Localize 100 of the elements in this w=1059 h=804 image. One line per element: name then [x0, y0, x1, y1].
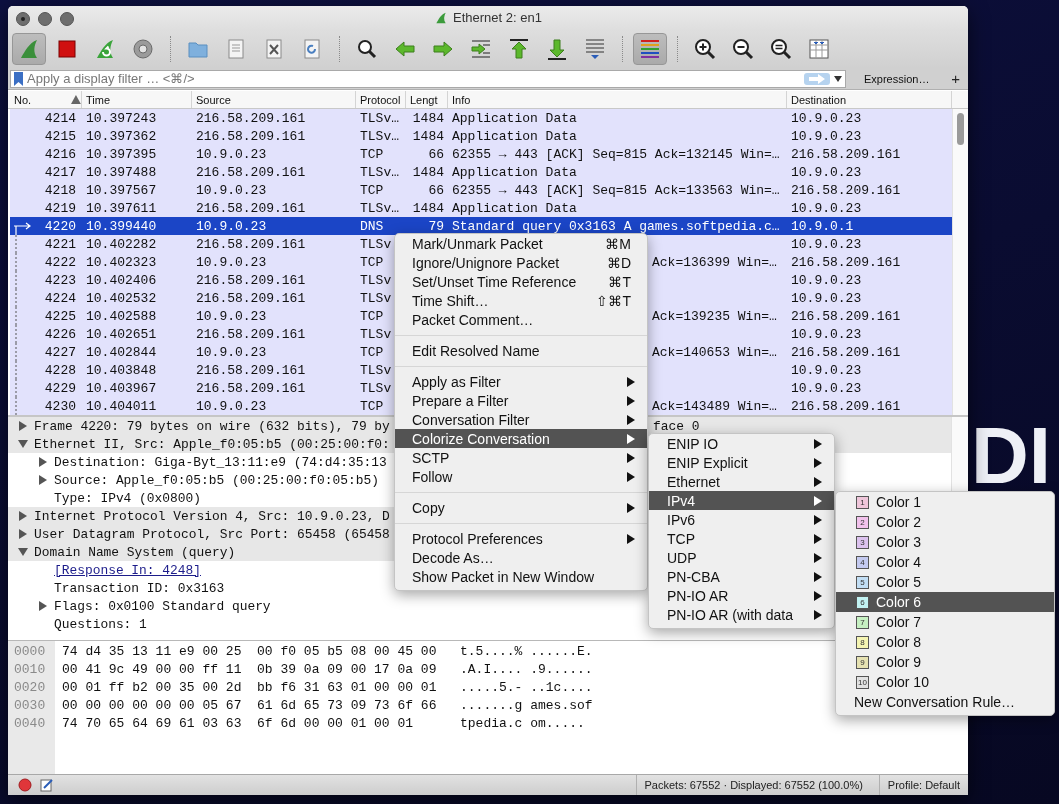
packet-count: Packets: 67552 · Displayed: 67552 (100.0%) — [635, 775, 871, 795]
hex-ascii: tpedia.c om..... — [460, 716, 585, 732]
packet-source: 216.58.209.161 — [196, 200, 306, 216]
color-swatch: 6 — [856, 595, 869, 609]
hex-ascii: .......g ames.sof — [460, 698, 593, 714]
hex-offset: 0030 — [14, 697, 47, 715]
packet-destination: 216.58.209.161 — [791, 398, 901, 414]
color-swatch: 2 — [856, 515, 869, 529]
packet-destination: 10.9.0.23 — [791, 380, 862, 396]
color-swatch: 1 — [856, 495, 869, 509]
color-swatch: 5 — [856, 575, 869, 589]
packet-destination: 10.9.0.23 — [791, 290, 862, 306]
packet-source: 10.9.0.23 — [196, 254, 267, 270]
packet-time: 10.402323 — [86, 254, 157, 270]
packet-source: 10.9.0.23 — [196, 344, 267, 360]
tree-label: face 0 — [653, 418, 700, 434]
packet-protocol: TLSv… — [360, 164, 399, 180]
packet-destination: 10.9.0.23 — [791, 362, 862, 378]
packet-protocol: TCP — [360, 344, 384, 360]
packet-time: 10.397611 — [86, 200, 157, 216]
color-swatch: 8 — [856, 635, 869, 649]
packet-source: 216.58.209.161 — [196, 236, 306, 252]
tree-label: Domain Name System (query) — [34, 544, 236, 560]
packet-destination: 216.58.209.161 — [791, 146, 901, 162]
shortcut-label: ⇧⌘T — [596, 292, 631, 309]
packet-time: 10.397567 — [86, 182, 157, 198]
packet-destination: 216.58.209.161 — [791, 182, 901, 198]
packet-time: 10.403967 — [86, 380, 157, 396]
packet-destination: 10.9.0.1 — [791, 218, 854, 234]
packet-info: Application Data — [452, 200, 577, 216]
packet-destination: 216.58.209.161 — [791, 344, 901, 360]
packet-number: 4223 — [44, 272, 76, 288]
packet-time: 10.397243 — [86, 110, 157, 126]
packet-length: 79 — [428, 218, 444, 234]
packet-time: 10.404011 — [86, 398, 157, 414]
packet-number: 4229 — [44, 380, 76, 396]
wallpaper-text: DI — [971, 416, 1051, 496]
packet-source: 216.58.209.161 — [196, 362, 306, 378]
packet-length: 1484 — [412, 110, 444, 126]
packet-source: 216.58.209.161 — [196, 110, 306, 126]
window-title: Ethernet 2: en1 — [453, 10, 542, 26]
packet-number: 4224 — [44, 290, 76, 306]
packet-destination: 216.58.209.161 — [791, 308, 901, 324]
hex-offset: 0040 — [14, 715, 47, 733]
packet-number: 4227 — [44, 344, 76, 360]
packet-length: 1484 — [412, 164, 444, 180]
packet-length: 66 — [428, 182, 444, 198]
packet-info: Ack=139235 Win=… — [652, 308, 777, 324]
tree-label: Ethernet II, Src: Apple_f0:05:b5 (00:25:00:f0: — [34, 436, 390, 452]
packet-length: 1484 — [412, 128, 444, 144]
tree-label: Questions: 1 — [54, 616, 147, 632]
packet-protocol: TCP — [360, 254, 384, 270]
packet-protocol: TLSv — [360, 326, 392, 342]
hex-bytes: 00 00 00 00 00 00 05 67 61 6d 65 73 09 73 6f 66 — [62, 698, 438, 714]
packet-destination: 10.9.0.23 — [791, 110, 862, 126]
packet-protocol: TCP — [360, 308, 384, 324]
packet-protocol: TLSv… — [360, 128, 399, 144]
tree-label: Source: Apple_f0:05:b5 (00:25:00:f0:05:b5) — [54, 472, 379, 488]
packet-number: 4226 — [44, 326, 76, 342]
packet-number: 4218 — [44, 182, 76, 198]
tree-label: Type: IPv4 (0x0800) — [54, 490, 201, 506]
packet-protocol: TLSv… — [360, 200, 399, 216]
packet-info: 62355 → 443 [ACK] Seq=815 Ack=132145 Win=… — [452, 146, 780, 162]
packet-source: 216.58.209.161 — [196, 164, 306, 180]
packet-destination: 10.9.0.23 — [791, 200, 862, 216]
tree-label: Transaction ID: 0x3163 — [54, 580, 225, 596]
hex-ascii: t.5....% ......E. — [460, 644, 593, 660]
packet-source: 216.58.209.161 — [196, 290, 306, 306]
hex-offset: 0000 — [14, 643, 47, 661]
hex-bytes: 74 d4 35 13 11 e9 00 25 00 f0 05 b5 08 00 45 00 — [62, 644, 438, 660]
packet-length: 66 — [428, 146, 444, 162]
hex-bytes: 74 70 65 64 69 61 03 63 6f 6d 00 00 01 00 01 — [62, 716, 415, 732]
packet-info: Application Data — [452, 110, 577, 126]
packet-info: Standard query 0x3163 A games.softpedia.c… — [452, 218, 780, 234]
hex-ascii: .....5.- ..1c.... — [460, 680, 593, 696]
tree-label: Flags: 0x0100 Standard query — [54, 598, 271, 614]
packet-source: 216.58.209.161 — [196, 272, 306, 288]
packet-info: Ack=143489 Win=… — [652, 398, 777, 414]
hex-bytes: 00 41 9c 49 00 00 ff 11 0b 39 0a 09 00 17 0a 09 — [62, 662, 438, 678]
packet-time: 10.402406 — [86, 272, 157, 288]
packet-protocol: TLSv… — [360, 110, 399, 126]
packet-destination: 216.58.209.161 — [791, 254, 901, 270]
color-swatch: 10 — [856, 675, 869, 689]
packet-info: Ack=136399 Win=… — [652, 254, 777, 270]
packet-source: 216.58.209.161 — [196, 128, 306, 144]
packet-time: 10.402588 — [86, 308, 157, 324]
packet-number: 4221 — [44, 236, 76, 252]
packet-source: 216.58.209.161 — [196, 326, 306, 342]
packet-protocol: TCP — [360, 398, 384, 414]
hex-bytes: 00 01 ff b2 00 35 00 2d bb f6 31 63 01 00 00 01 — [62, 680, 438, 696]
packet-protocol: TLSv — [360, 236, 392, 252]
packet-time: 10.397488 — [86, 164, 157, 180]
packet-time: 10.399440 — [86, 218, 157, 234]
packet-time: 10.402844 — [86, 344, 157, 360]
shortcut-label: ⌘D — [606, 254, 631, 271]
packet-protocol: TLSv — [360, 362, 392, 378]
shortcut-label: ⌘M — [605, 235, 631, 252]
packet-protocol: TLSv — [360, 272, 392, 288]
packet-number: 4217 — [44, 164, 76, 180]
packet-time: 10.402532 — [86, 290, 157, 306]
